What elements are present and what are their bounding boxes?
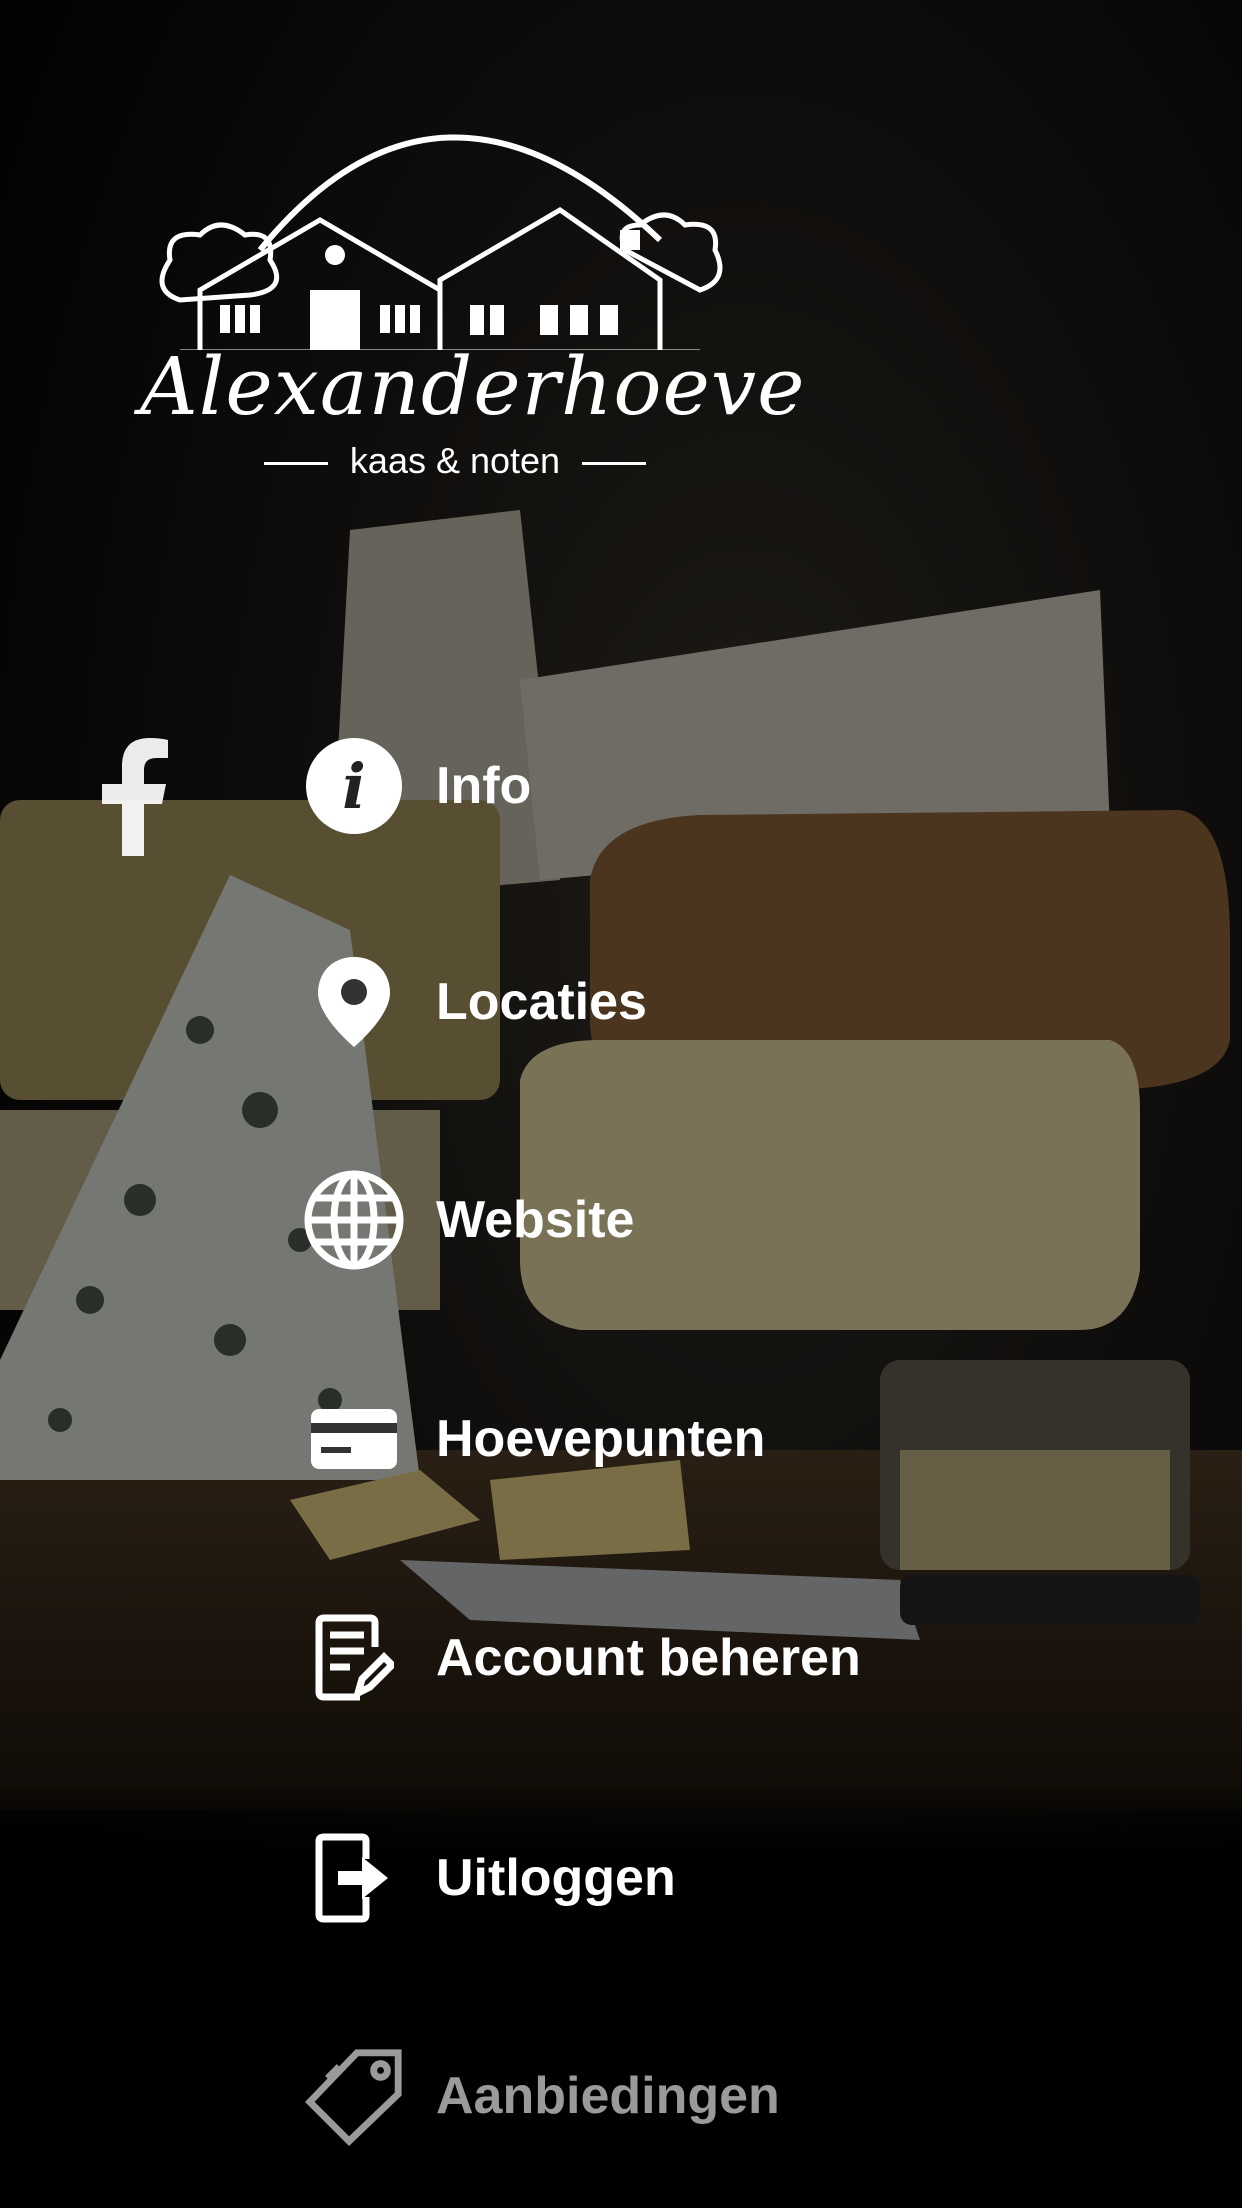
menu-item-account-beheren[interactable]: Account beheren (300, 1598, 1120, 1718)
menu-item-aanbiedingen[interactable]: Aanbiedingen (300, 2036, 1120, 2156)
brand-tagline-row: kaas & noten (140, 440, 770, 482)
card-icon (300, 1385, 408, 1493)
menu-item-label: Account beheren (436, 1629, 861, 1687)
menu-item-label: Hoevepunten (436, 1410, 766, 1468)
menu-screen: Alexanderhoeve kaas & noten i Info Locat… (0, 0, 1242, 2208)
location-pin-icon (300, 948, 408, 1056)
svg-text:i: i (342, 750, 366, 823)
info-icon: i (300, 732, 408, 840)
menu-item-label: Locaties (436, 973, 647, 1031)
menu-item-uitloggen[interactable]: Uitloggen (300, 1818, 1120, 1938)
tagline-dash-left (263, 461, 328, 465)
edit-document-icon (300, 1604, 408, 1712)
menu-item-hoevepunten[interactable]: Hoevepunten (300, 1379, 1120, 1499)
menu-item-label: Uitloggen (436, 1849, 676, 1907)
menu-item-website[interactable]: Website (300, 1160, 1120, 1280)
brand-logo: Alexanderhoeve kaas & noten (140, 90, 806, 510)
brand-tagline: kaas & noten (349, 440, 561, 481)
facebook-icon[interactable] (96, 738, 170, 856)
menu-item-label: Info (436, 757, 532, 815)
globe-icon (300, 1166, 408, 1274)
menu-item-label: Aanbiedingen (436, 2067, 780, 2125)
logout-icon (300, 1824, 408, 1932)
brand-name: Alexanderhoeve (140, 340, 806, 433)
menu-item-label: Website (436, 1191, 635, 1249)
tag-icon (300, 2042, 408, 2150)
menu-item-info[interactable]: i Info (300, 726, 1120, 846)
tagline-dash-right (582, 461, 647, 465)
menu-item-locaties[interactable]: Locaties (300, 942, 1120, 1062)
farmhouse-logo-icon (159, 134, 723, 355)
